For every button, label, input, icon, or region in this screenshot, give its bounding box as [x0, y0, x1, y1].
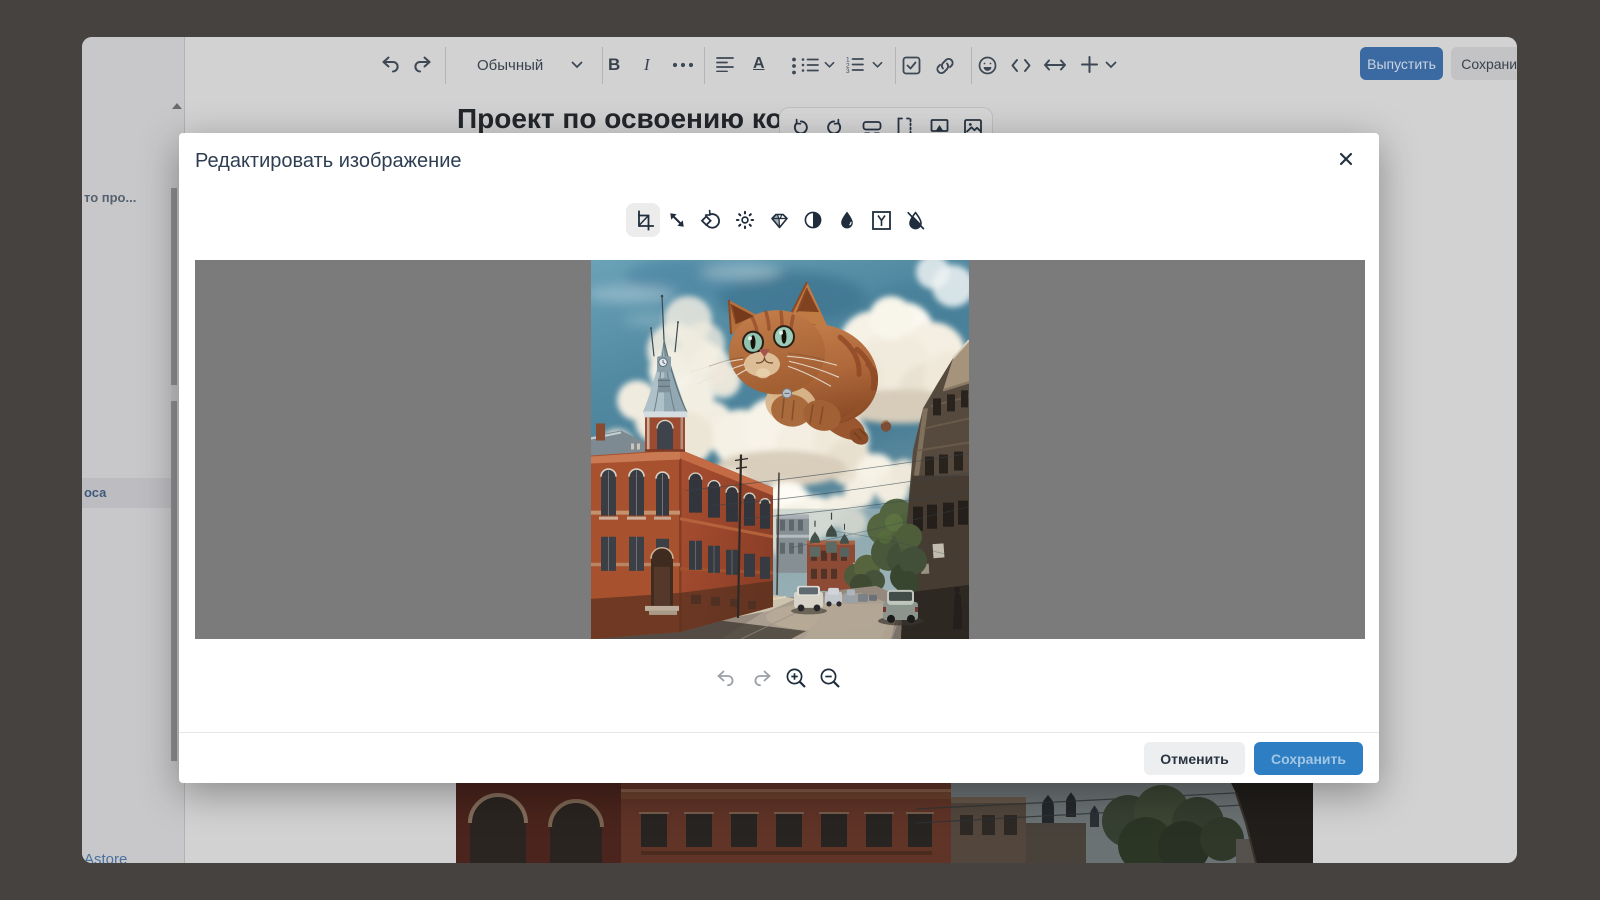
- svg-text:3: 3: [846, 68, 850, 73]
